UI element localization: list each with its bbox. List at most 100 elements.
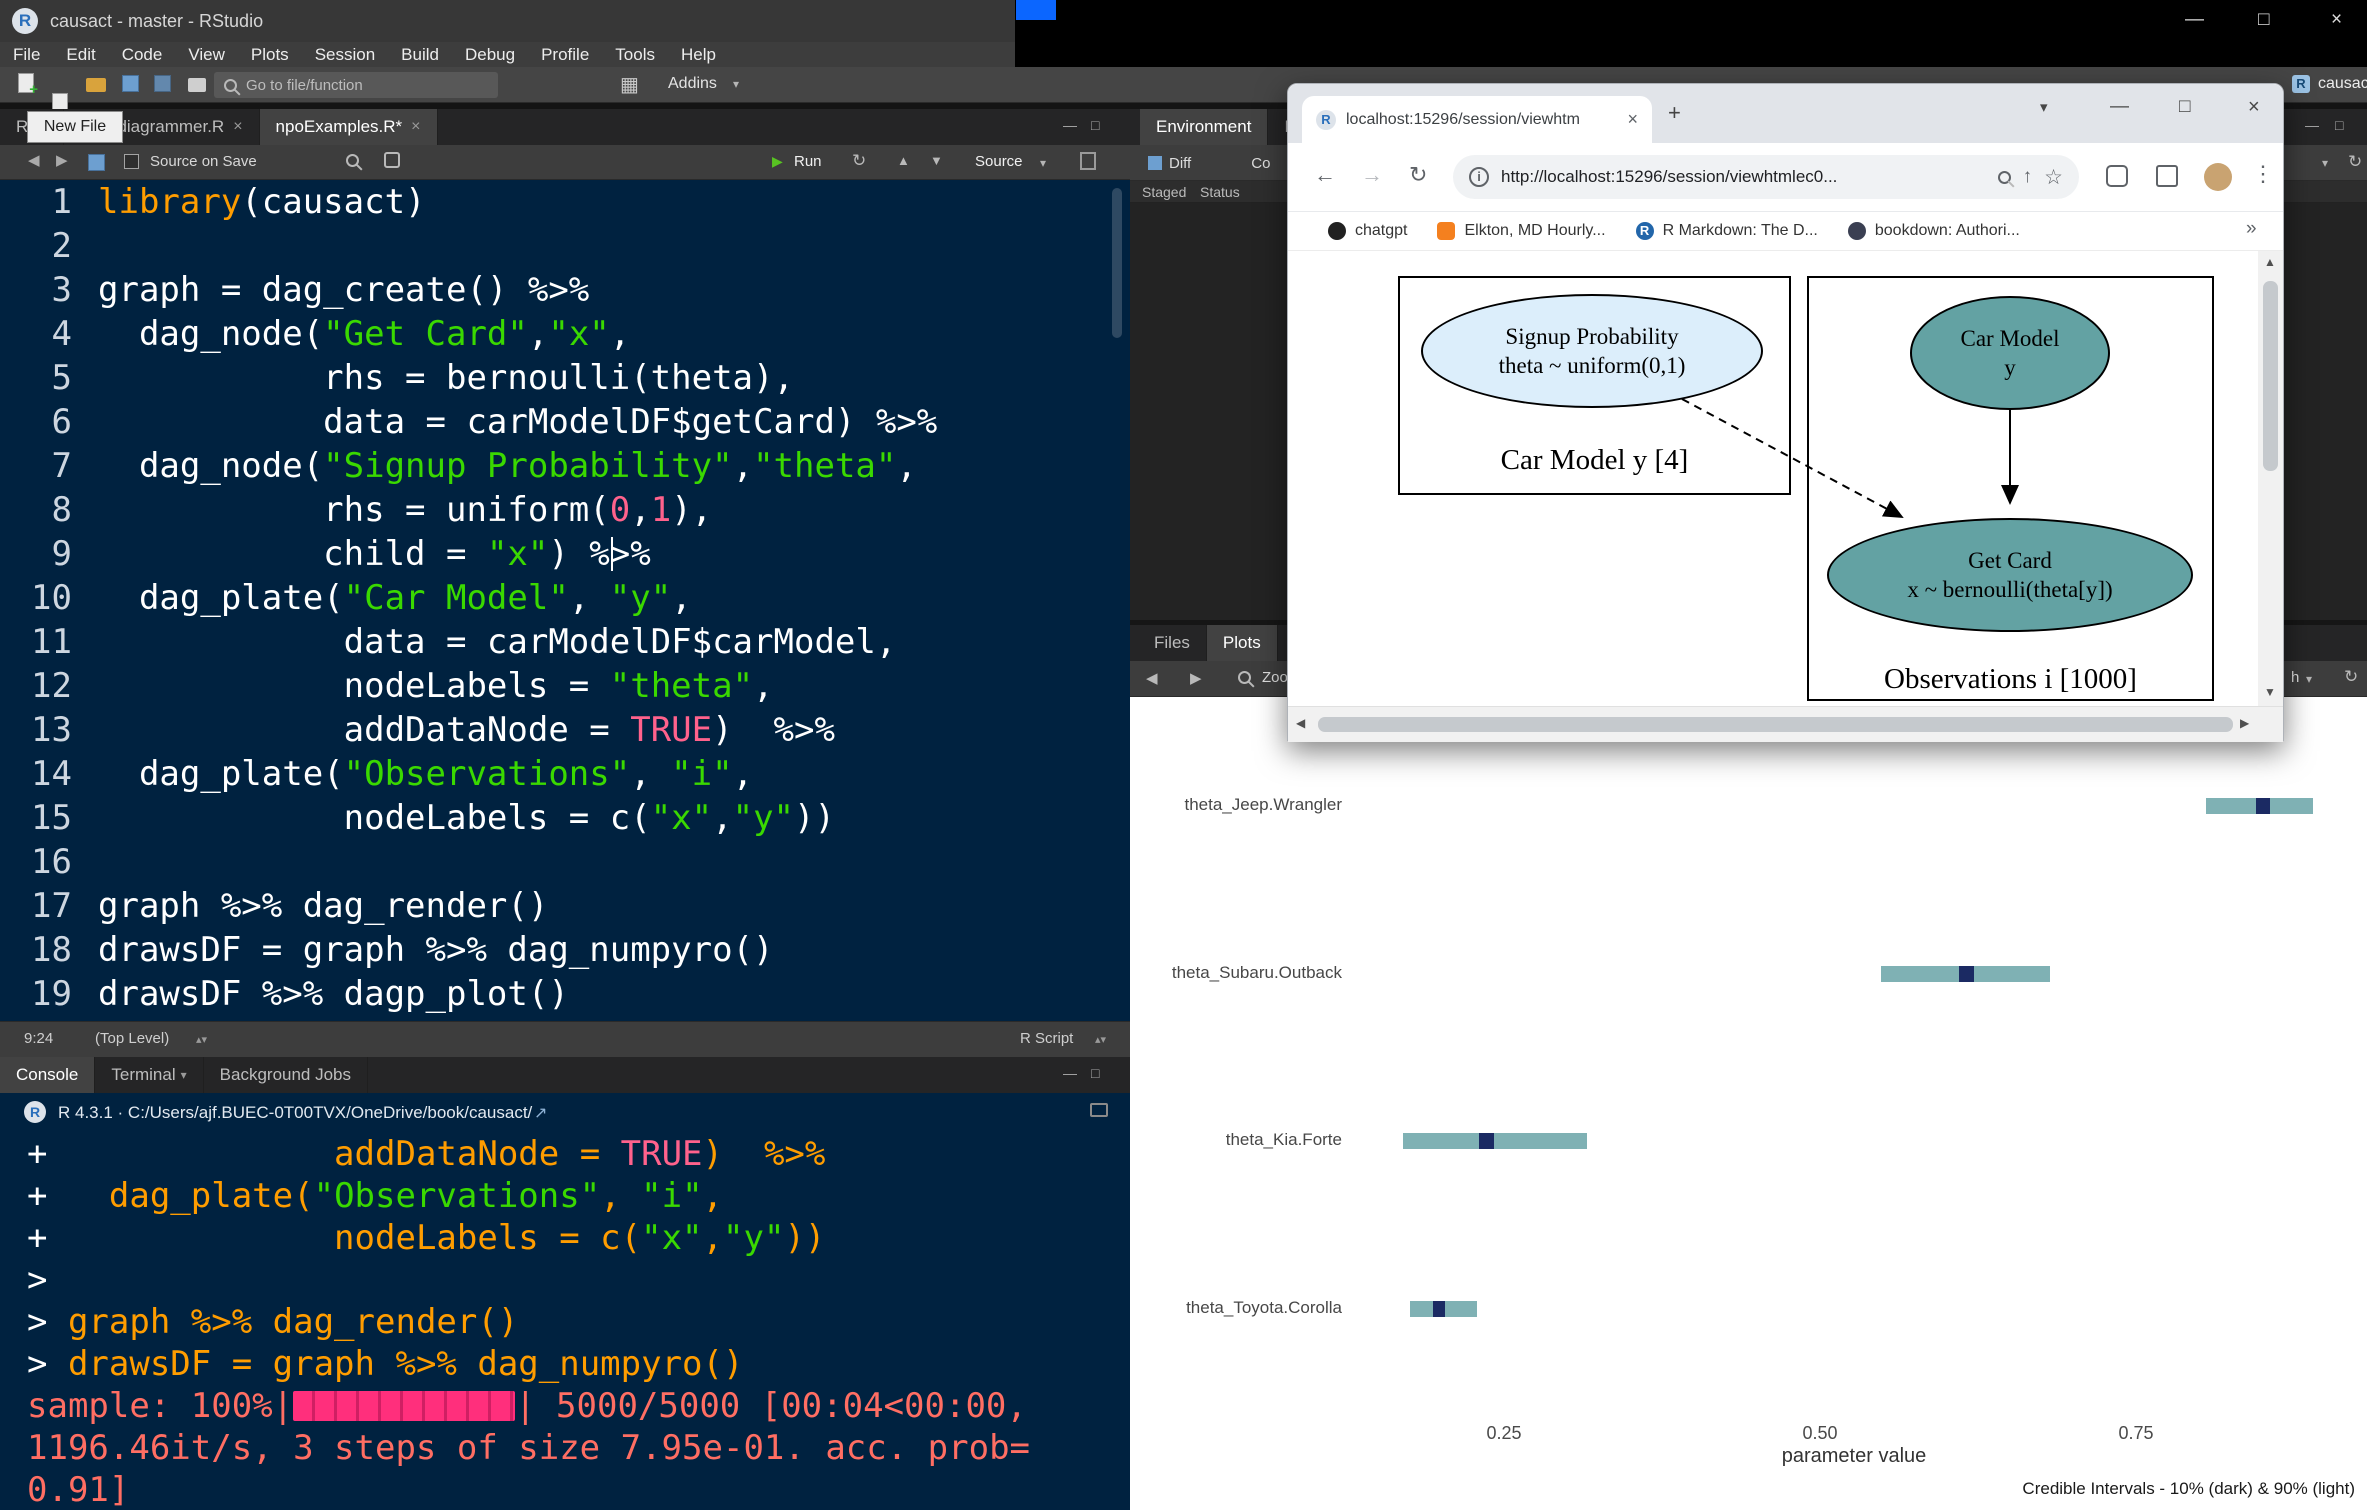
menu-code[interactable]: Code xyxy=(109,42,176,67)
h-scroll-thumb[interactable] xyxy=(1318,717,2233,732)
menu-tools[interactable]: Tools xyxy=(602,42,668,67)
chevron-updown-icon[interactable]: ▴▾ xyxy=(196,1033,207,1046)
find-replace-icon[interactable] xyxy=(346,154,359,167)
editor-tab[interactable]: npoExamples.R*× xyxy=(260,109,438,145)
clear-console-icon[interactable] xyxy=(1090,1103,1108,1117)
maximize-pane-icon[interactable]: □ xyxy=(1091,117,1099,133)
maximize-icon[interactable]: □ xyxy=(2258,6,2269,34)
v-scrollbar[interactable]: ▲ ▼ xyxy=(2258,251,2283,706)
back-icon[interactable]: ◀ xyxy=(28,151,40,169)
back-icon[interactable]: ← xyxy=(1314,161,1336,189)
bookmark[interactable]: RR Markdown: The D... xyxy=(1636,222,1818,240)
scope-selector[interactable]: (Top Level) xyxy=(95,1030,169,1047)
editor-code[interactable]: 1library(causact)23graph = dag_create() … xyxy=(0,180,1130,1021)
profile-avatar[interactable] xyxy=(2204,163,2232,191)
extensions-puzzle-icon[interactable] xyxy=(2106,165,2128,187)
goto-file-input[interactable]: Go to file/function xyxy=(214,72,498,98)
bookmark[interactable]: Elkton, MD Hourly... xyxy=(1437,222,1605,240)
menu-view[interactable]: View xyxy=(175,42,238,67)
bookmarks-overflow-icon[interactable]: » xyxy=(2246,218,2257,240)
scroll-right-icon[interactable]: ▶ xyxy=(2240,716,2249,730)
chevron-down-icon[interactable]: ▾ xyxy=(2322,156,2328,170)
document-outline-icon[interactable] xyxy=(1080,152,1096,170)
menu-plots[interactable]: Plots xyxy=(238,42,302,67)
side-panel-icon[interactable] xyxy=(2156,165,2178,187)
tab-files[interactable]: Files xyxy=(1138,625,1207,661)
previous-plot-icon[interactable]: ◀ xyxy=(1146,669,1158,687)
save-icon[interactable] xyxy=(88,154,105,171)
menu-profile[interactable]: Profile xyxy=(528,42,602,67)
save-all-icon[interactable] xyxy=(154,75,171,92)
scroll-up-icon[interactable]: ▲ xyxy=(2264,255,2276,269)
tab-console[interactable]: Console xyxy=(0,1057,95,1093)
menu-edit[interactable]: Edit xyxy=(53,42,108,67)
down-arrow-icon[interactable]: ▼ xyxy=(930,153,943,168)
external-link-icon[interactable]: ↗ xyxy=(534,1103,547,1123)
cursor-position[interactable]: 9:24 xyxy=(24,1030,53,1047)
kebab-menu-icon[interactable]: ⋮ xyxy=(2252,161,2274,187)
minimize-icon[interactable]: — xyxy=(2110,96,2129,118)
h-scrollbar[interactable]: ◀ ▶ xyxy=(1288,706,2283,742)
forward-icon[interactable]: → xyxy=(1361,161,1383,189)
new-file-icon[interactable]: + xyxy=(18,73,34,93)
file-type-selector[interactable]: R Script xyxy=(1020,1030,1073,1047)
tab-environment[interactable]: Environment xyxy=(1140,109,1268,145)
diff-button[interactable]: Diff xyxy=(1138,149,1201,177)
tab-close-icon[interactable]: × xyxy=(233,109,242,145)
bookmark[interactable]: bookdown: Authori... xyxy=(1848,222,2020,240)
run-button[interactable]: Run xyxy=(794,153,822,170)
site-info-icon[interactable]: i xyxy=(1469,167,1489,187)
chevron-down-icon[interactable]: ▾ xyxy=(733,77,739,91)
new-tab-icon[interactable]: + xyxy=(1668,100,1681,126)
v-scroll-thumb[interactable] xyxy=(2263,281,2278,471)
maximize-icon[interactable]: □ xyxy=(2179,96,2190,118)
addins-button[interactable]: Addins xyxy=(668,75,717,93)
minimize-pane-icon[interactable]: — xyxy=(1063,117,1077,133)
scroll-left-icon[interactable]: ◀ xyxy=(1296,716,1305,730)
print-icon[interactable] xyxy=(188,78,206,92)
minimize-icon[interactable]: — xyxy=(2185,6,2204,34)
zoom-icon[interactable] xyxy=(1238,671,1251,684)
close-icon[interactable]: × xyxy=(2248,96,2260,119)
chevron-down-icon[interactable]: ▾ xyxy=(181,1057,187,1093)
address-bar[interactable]: i http://localhost:15296/session/viewhtm… xyxy=(1453,155,2079,199)
bookmark-star-icon[interactable]: ☆ xyxy=(2044,165,2063,190)
maximize-pane-icon[interactable]: □ xyxy=(1091,1065,1099,1081)
editor-scrollbar[interactable] xyxy=(1112,188,1122,338)
refresh-plot-icon[interactable]: ↻ xyxy=(2344,667,2358,687)
chevron-updown-icon[interactable]: ▴▾ xyxy=(1095,1033,1106,1046)
panes-grid-icon[interactable]: ▦ xyxy=(620,72,639,97)
publish-button[interactable]: h xyxy=(2291,669,2299,686)
rerun-icon[interactable]: ↻ xyxy=(852,151,866,171)
code-tools-icon[interactable] xyxy=(384,152,400,168)
next-plot-icon[interactable]: ▶ xyxy=(1190,669,1202,687)
zoom-label[interactable]: Zoo xyxy=(1262,669,1288,686)
menu-session[interactable]: Session xyxy=(302,42,388,67)
chevron-down-icon[interactable]: ▾ xyxy=(2306,672,2312,686)
browser-tab[interactable]: R localhost:15296/session/viewhtm × xyxy=(1302,96,1652,143)
menu-build[interactable]: Build xyxy=(388,42,452,67)
menu-debug[interactable]: Debug xyxy=(452,42,528,67)
tab-background-jobs[interactable]: Background Jobs xyxy=(204,1057,368,1093)
zoom-icon[interactable] xyxy=(1998,171,2011,184)
menu-file[interactable]: File xyxy=(0,42,53,67)
reload-icon[interactable]: ↻ xyxy=(1409,161,1427,189)
scroll-down-icon[interactable]: ▼ xyxy=(2264,685,2276,699)
save-icon[interactable] xyxy=(122,75,139,92)
tab-plots[interactable]: Plots xyxy=(1207,625,1278,661)
forward-icon[interactable]: ▶ xyxy=(56,151,68,169)
tab-terminal[interactable]: Terminal▾ xyxy=(95,1057,203,1093)
minimize-pane-icon[interactable]: — xyxy=(1063,1065,1077,1081)
open-file-icon[interactable] xyxy=(86,78,106,92)
tab-search-icon[interactable]: ▾ xyxy=(2040,98,2048,116)
tab-close-icon[interactable]: × xyxy=(411,109,420,145)
commit-button[interactable]: Co xyxy=(1241,149,1280,177)
minimize-pane-icon[interactable]: — xyxy=(2305,117,2319,133)
maximize-pane-icon[interactable]: □ xyxy=(2335,117,2343,133)
chevron-down-icon[interactable]: ▾ xyxy=(1040,156,1046,170)
up-arrow-icon[interactable]: ▲ xyxy=(897,153,910,168)
refresh-icon[interactable]: ↻ xyxy=(2348,152,2362,172)
menu-help[interactable]: Help xyxy=(668,42,729,67)
source-on-save-checkbox[interactable] xyxy=(124,154,139,169)
project-menu[interactable]: causact xyxy=(2318,75,2367,93)
